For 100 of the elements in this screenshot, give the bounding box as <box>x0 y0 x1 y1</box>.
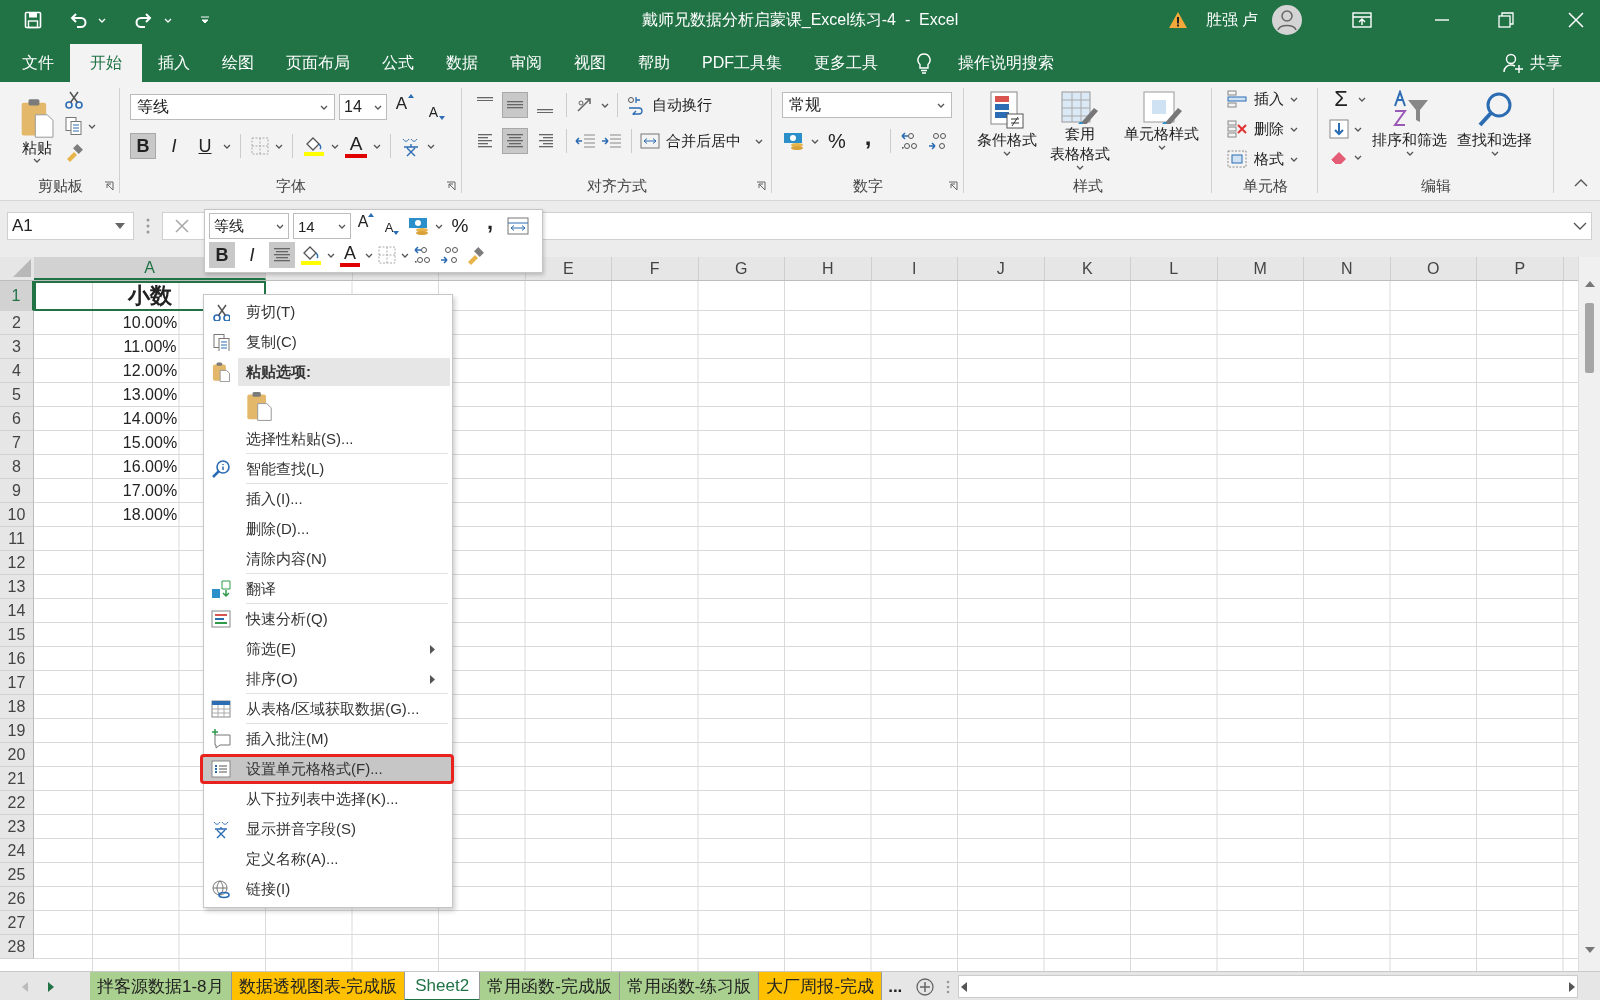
ribbon-tab[interactable]: 公式 <box>366 44 430 82</box>
undo-icon[interactable] <box>68 11 88 29</box>
percent-style-button[interactable]: % <box>447 213 473 239</box>
caret-icon[interactable] <box>811 138 819 144</box>
column-header[interactable]: O <box>1390 257 1477 280</box>
menu-item[interactable]: 定义名称(A)... <box>204 844 452 874</box>
ribbon-tab[interactable]: 审阅 <box>494 44 558 82</box>
ribbon-tab[interactable]: 绘图 <box>206 44 270 82</box>
row-header[interactable]: 28 <box>0 935 34 959</box>
fill-color-icon[interactable] <box>302 135 326 157</box>
row-header[interactable]: 21 <box>0 767 34 791</box>
scissors-icon[interactable] <box>212 303 230 321</box>
menu-item[interactable]: 快速分析(Q) <box>204 604 452 634</box>
ribbon-tab[interactable]: 视图 <box>558 44 622 82</box>
row-header[interactable]: 6 <box>0 407 34 431</box>
menu-item[interactable]: 设置单元格格式(F)... <box>200 754 454 784</box>
column-header[interactable]: P <box>1477 257 1564 280</box>
caret-icon[interactable] <box>88 123 96 129</box>
sheet-tab[interactable]: 拌客源数据1-8月 <box>90 972 232 1000</box>
number-format-dropdown[interactable]: 常规 <box>782 92 952 118</box>
scroll-left-icon[interactable] <box>961 981 968 992</box>
dialog-launcher-icon[interactable] <box>756 181 766 191</box>
percent-style-button[interactable]: % <box>824 128 850 154</box>
font-name-dropdown[interactable]: 等线 <box>209 213 289 239</box>
row-header[interactable]: 10 <box>0 503 34 527</box>
column-header[interactable]: M <box>1217 257 1304 280</box>
menu-item[interactable]: 链接(I) <box>204 874 452 904</box>
ribbon-tab[interactable]: 帮助 <box>622 44 686 82</box>
row-header[interactable]: 12 <box>0 551 34 575</box>
menu-item[interactable]: 插入(I)... <box>204 484 452 514</box>
close-icon[interactable] <box>1568 12 1584 28</box>
paste-button[interactable]: 粘贴 <box>16 88 58 173</box>
collapse-ribbon-icon[interactable] <box>1574 179 1588 187</box>
comma-style-button[interactable]: , <box>855 128 881 154</box>
row-header[interactable]: 2 <box>0 311 34 335</box>
row-header[interactable]: 5 <box>0 383 34 407</box>
accounting-format-icon[interactable] <box>782 131 806 151</box>
sheet-tab[interactable]: 大厂周报-完成 <box>759 972 883 1000</box>
ribbon-tab[interactable]: 开始 <box>70 44 142 82</box>
copy-icon[interactable] <box>212 333 230 351</box>
caret-icon[interactable] <box>223 143 231 149</box>
row-header[interactable]: 9 <box>0 479 34 503</box>
font-size-dropdown[interactable]: 14 <box>339 94 387 120</box>
decrease-decimal-icon[interactable] <box>439 245 461 265</box>
row-header[interactable]: 26 <box>0 887 34 911</box>
styles-button[interactable]: 单元格样式 <box>1120 90 1204 173</box>
grow-font-button[interactable]: A <box>391 94 419 120</box>
name-box[interactable]: A1 <box>7 212 134 240</box>
align-center-button[interactable] <box>269 242 295 268</box>
scrollbar-thumb[interactable] <box>1585 303 1594 373</box>
menu-item[interactable]: 复制(C) <box>204 327 452 357</box>
ribbon-tab[interactable]: PDF工具集 <box>686 44 798 82</box>
caret-icon[interactable] <box>435 223 443 229</box>
sheet-tab[interactable]: 常用函数-练习版 <box>619 972 760 1000</box>
scroll-right-icon[interactable] <box>1569 981 1575 992</box>
column-header[interactable]: J <box>958 257 1045 280</box>
font-color-button[interactable]: A <box>344 132 368 160</box>
menu-item[interactable]: 从下拉列表中选择(K)... <box>204 784 452 814</box>
comma-style-button[interactable]: , <box>477 213 503 239</box>
column-header[interactable]: I <box>871 257 958 280</box>
paste-option-icon[interactable] <box>246 390 272 421</box>
cells-button[interactable]: 格式 <box>1226 146 1312 172</box>
row-header[interactable]: 11 <box>0 527 34 551</box>
more-sheets-button[interactable]: ... <box>882 972 909 1000</box>
bold-button[interactable]: B <box>130 133 156 159</box>
caret-icon[interactable] <box>401 252 409 258</box>
caret-icon[interactable] <box>327 252 335 258</box>
shrink-font-button[interactable]: A <box>423 94 451 120</box>
underline-button[interactable]: U <box>192 133 218 159</box>
caret-icon[interactable] <box>365 252 373 258</box>
row-header[interactable]: 17 <box>0 671 34 695</box>
expand-icon[interactable] <box>1573 222 1587 230</box>
menu-item[interactable]: 剪切(T) <box>204 297 452 327</box>
increase-indent-icon[interactable] <box>601 131 623 151</box>
new-sheet-icon[interactable] <box>916 977 935 996</box>
sort-filter-button[interactable]: 排序和筛选 <box>1368 86 1451 173</box>
fill-color-icon[interactable] <box>299 244 323 266</box>
styles-button[interactable]: 条件格式 <box>972 90 1041 173</box>
horizontal-scrollbar[interactable] <box>958 975 1578 998</box>
menu-item[interactable]: 显示拼音字段(S) <box>204 814 452 844</box>
row-header[interactable]: 16 <box>0 647 34 671</box>
scissors-icon[interactable] <box>64 90 84 110</box>
menu-item[interactable]: 插入批注(M) <box>204 724 452 754</box>
caret-icon[interactable] <box>275 143 283 149</box>
menu-item[interactable]: 筛选(E) <box>204 634 452 664</box>
font-color-button[interactable]: A <box>339 242 361 268</box>
column-header[interactable]: F <box>612 257 699 280</box>
merge-center-button[interactable]: 合并后居中 <box>640 128 741 154</box>
restore-icon[interactable] <box>1498 12 1514 28</box>
row-header[interactable]: 4 <box>0 359 34 383</box>
find-select-button[interactable]: 查找和选择 <box>1453 86 1536 173</box>
ribbon-tab[interactable]: 插入 <box>142 44 206 82</box>
customize-toolbar-icon[interactable] <box>200 16 210 24</box>
row-header[interactable]: 15 <box>0 623 34 647</box>
row-header[interactable]: 27 <box>0 911 34 935</box>
ribbon-display-icon[interactable] <box>1352 12 1372 28</box>
row-header[interactable]: 1 <box>0 281 34 311</box>
row-header[interactable]: 22 <box>0 791 34 815</box>
decrease-decimal-icon[interactable] <box>927 131 949 151</box>
column-header[interactable]: N <box>1304 257 1391 280</box>
